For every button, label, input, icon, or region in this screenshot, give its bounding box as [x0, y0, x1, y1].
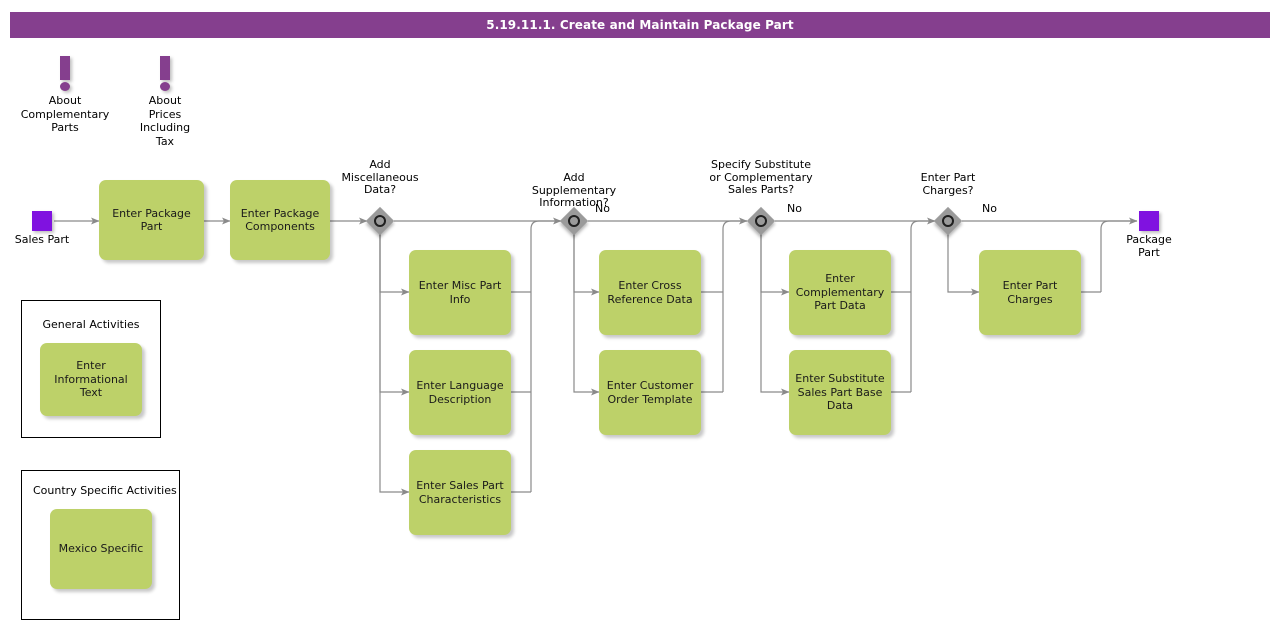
- task-label: Enter Informational Text: [54, 359, 128, 400]
- task-label: Enter Package Part: [112, 206, 191, 234]
- task-enter-sales-part-characteristics[interactable]: Enter Sales Part Characteristics: [409, 450, 511, 535]
- flow-gw2-to-cross-reference-data: [573, 234, 600, 296]
- task-enter-informational-text[interactable]: Enter Informational Text: [40, 343, 142, 416]
- task-label: Enter Misc Part Info: [418, 279, 502, 306]
- gateway-label-specify-substitute-or-complementary-sales-parts: Specify Substitute or Complementary Sale…: [709, 158, 813, 196]
- task-enter-cross-reference-data[interactable]: Enter Cross Reference Data: [599, 250, 701, 335]
- flow-label-no-gw3: No: [787, 202, 802, 215]
- task-enter-package-part[interactable]: Enter Package Part: [99, 180, 204, 260]
- start-event-label: Sales Part: [14, 233, 70, 246]
- flow-gw3-to-substitute-sales-part-base-data: [760, 234, 790, 396]
- task-enter-customer-order-template[interactable]: Enter Customer Order Template: [599, 350, 701, 435]
- task-enter-language-description[interactable]: Enter Language Description: [409, 350, 511, 435]
- gateway-inclusive-ring-icon: [374, 215, 386, 227]
- exclamation-icon: [105, 56, 225, 94]
- task-label: Enter Complementary Part Data: [795, 272, 885, 313]
- task-enter-substitute-sales-part-base-data[interactable]: Enter Substitute Sales Part Base Data: [789, 350, 891, 435]
- task-label: Mexico Specific: [58, 542, 144, 556]
- task-label: Enter Part Charges: [1002, 279, 1058, 306]
- gateway-inclusive-ring-icon: [755, 215, 767, 227]
- flow-gw3-to-complementary-part-data: [760, 234, 790, 296]
- flow-label-no-gw4: No: [982, 202, 997, 215]
- merge-rail-column-1: [530, 220, 561, 492]
- flow-gw1-to-sales-part-characteristics: [379, 234, 410, 496]
- gateway-label-add-miscellaneous-data: Add Miscellaneous Data?: [341, 158, 419, 196]
- task-label: Enter Package Components: [240, 206, 320, 234]
- flow-gw1-to-language-description: [379, 234, 410, 396]
- end-event-label: Package Part: [1126, 233, 1172, 259]
- gateway-enter-part-charges-question[interactable]: [933, 206, 963, 236]
- task-enter-package-components[interactable]: Enter Package Components: [230, 180, 330, 260]
- diagram-canvas: 5.19.11.1. Create and Maintain Package P…: [0, 0, 1280, 630]
- merge-rail-column-2: [722, 220, 747, 392]
- end-event-package-part[interactable]: [1139, 211, 1159, 231]
- page-title: 5.19.11.1. Create and Maintain Package P…: [10, 12, 1270, 38]
- gateway-inclusive-ring-icon: [942, 215, 954, 227]
- gateway-add-miscellaneous-data[interactable]: [365, 206, 395, 236]
- flow-label-no-gw2: No: [595, 202, 610, 215]
- task-label: Enter Language Description: [416, 379, 504, 406]
- start-event-sales-part[interactable]: [32, 211, 52, 231]
- task-enter-complementary-part-data[interactable]: Enter Complementary Part Data: [789, 250, 891, 335]
- gateway-add-supplementary-information[interactable]: [559, 206, 589, 236]
- task-label: Enter Customer Order Template: [606, 379, 694, 406]
- task-label: Enter Sales Part Characteristics: [416, 479, 504, 506]
- annotation-about-prices-including-tax: About Prices Including Tax: [105, 56, 225, 148]
- annotation-label: About Prices Including Tax: [139, 94, 191, 148]
- legend-title-general-activities: General Activities: [42, 318, 140, 331]
- legend-title-country-specific-activities: Country Specific Activities: [33, 484, 177, 497]
- task-label: Enter Substitute Sales Part Base Data: [795, 372, 885, 413]
- merge-rail-column-3: [910, 220, 935, 392]
- task-enter-misc-part-info[interactable]: Enter Misc Part Info: [409, 250, 511, 335]
- flow-gw4-to-enter-part-charges: [947, 234, 980, 296]
- gateway-inclusive-ring-icon: [568, 215, 580, 227]
- task-mexico-specific[interactable]: Mexico Specific: [50, 509, 152, 589]
- flow-gw2-to-customer-order-template: [573, 234, 600, 396]
- flow-gw1-to-misc-part-info: [379, 234, 410, 296]
- gateway-label-enter-part-charges-question: Enter Part Charges?: [920, 171, 976, 197]
- gateway-label-add-supplementary-information: Add Supplementary Information?: [531, 171, 617, 209]
- task-enter-part-charges[interactable]: Enter Part Charges: [979, 250, 1081, 335]
- task-label: Enter Cross Reference Data: [607, 279, 693, 306]
- gateway-specify-substitute-or-complementary-sales-parts[interactable]: [746, 206, 776, 236]
